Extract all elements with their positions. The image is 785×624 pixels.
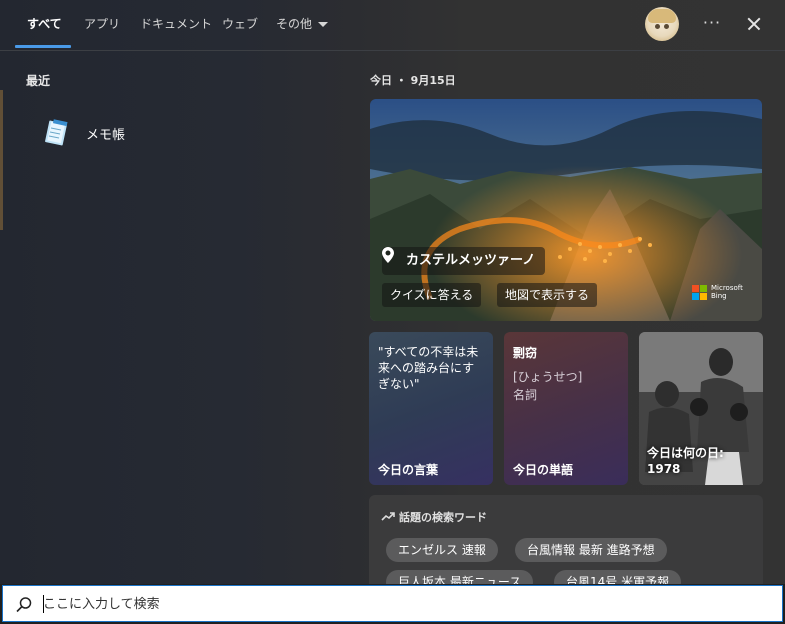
search-input[interactable] bbox=[43, 592, 763, 616]
word-of-the-day-card[interactable]: 剽窃 [ひょうせつ] 名詞 今日の単語 bbox=[504, 332, 628, 485]
quiz-button[interactable]: クイズに答える bbox=[382, 283, 482, 307]
avatar[interactable] bbox=[645, 7, 679, 41]
hero-title-text: カステルメッツァーノ bbox=[406, 253, 536, 268]
trending-chip[interactable]: 台風情報 最新 進路予想 bbox=[515, 538, 667, 562]
more-options-icon[interactable]: ··· bbox=[700, 10, 724, 38]
word-card-label: 今日の単語 bbox=[513, 463, 574, 477]
tab-all[interactable]: すべて bbox=[27, 0, 62, 50]
hero-image-card[interactable]: カステルメッツァーノ クイズに答える 地図で表示する Microsoft Bin… bbox=[370, 99, 762, 321]
hero-location-title[interactable]: カステルメッツァーノ bbox=[382, 247, 546, 275]
this-day-in-history-card[interactable]: 今日は何の日: 1978 bbox=[639, 332, 763, 485]
word-text: 剽窃 bbox=[513, 346, 538, 360]
search-bar[interactable] bbox=[2, 585, 783, 622]
tab-web[interactable]: ウェブ bbox=[222, 0, 258, 50]
quote-card-label: 今日の言葉 bbox=[378, 463, 439, 477]
quote-of-the-day-card[interactable]: "すべての不幸は未来への踏み台にすぎない" 今日の言葉 bbox=[369, 332, 493, 485]
close-icon[interactable] bbox=[742, 10, 766, 38]
search-icon bbox=[16, 597, 32, 613]
word-reading: [ひょうせつ] bbox=[513, 370, 583, 384]
nav-divider bbox=[0, 50, 785, 51]
tab-documents[interactable]: ドキュメント bbox=[140, 0, 212, 50]
recent-item-notepad[interactable]: メモ帳 bbox=[40, 114, 340, 150]
trending-title: 話題の検索ワード bbox=[399, 511, 487, 524]
chevron-down-icon bbox=[318, 22, 329, 27]
text-caret bbox=[43, 595, 44, 613]
quote-text: "すべての不幸は未来への踏み台にすぎない" bbox=[378, 345, 479, 391]
bing-brand-text: Microsoft Bing bbox=[711, 284, 743, 300]
trending-chip[interactable]: 台風14号 米軍予報 bbox=[554, 570, 682, 584]
notepad-icon bbox=[45, 119, 68, 146]
today-date: 今日 ・ 9月15日 bbox=[370, 74, 456, 87]
top-nav: すべて アプリ ドキュメント ウェブ その他 ··· bbox=[0, 0, 785, 50]
microsoft-logo-icon bbox=[692, 285, 707, 300]
search-panel: すべて アプリ ドキュメント ウェブ その他 ··· 最近 メモ帳 今日 ・ 9… bbox=[0, 0, 785, 584]
trending-chip[interactable]: エンゼルス 速報 bbox=[386, 538, 498, 562]
recent-item-label: メモ帳 bbox=[86, 128, 126, 143]
word-part-of-speech: 名詞 bbox=[513, 388, 538, 402]
tab-more-label: その他 bbox=[276, 17, 313, 31]
active-tab-indicator bbox=[15, 45, 71, 48]
trending-up-icon bbox=[381, 512, 395, 521]
show-map-button[interactable]: 地図で表示する bbox=[497, 283, 598, 307]
tab-more[interactable]: その他 bbox=[276, 0, 329, 50]
trending-searches-card: 話題の検索ワード エンゼルス 速報 台風情報 最新 進路予想 巨人坂本 最新ニュ… bbox=[369, 495, 763, 584]
recent-title: 最近 bbox=[26, 74, 51, 88]
tab-apps[interactable]: アプリ bbox=[84, 0, 120, 50]
trending-chip[interactable]: 巨人坂本 最新ニュース bbox=[386, 570, 534, 584]
desktop-edge bbox=[0, 90, 3, 230]
history-year: 1978 bbox=[647, 462, 681, 476]
history-card-label: 今日は何の日: 1978 bbox=[647, 446, 724, 476]
location-pin-icon bbox=[382, 247, 394, 263]
